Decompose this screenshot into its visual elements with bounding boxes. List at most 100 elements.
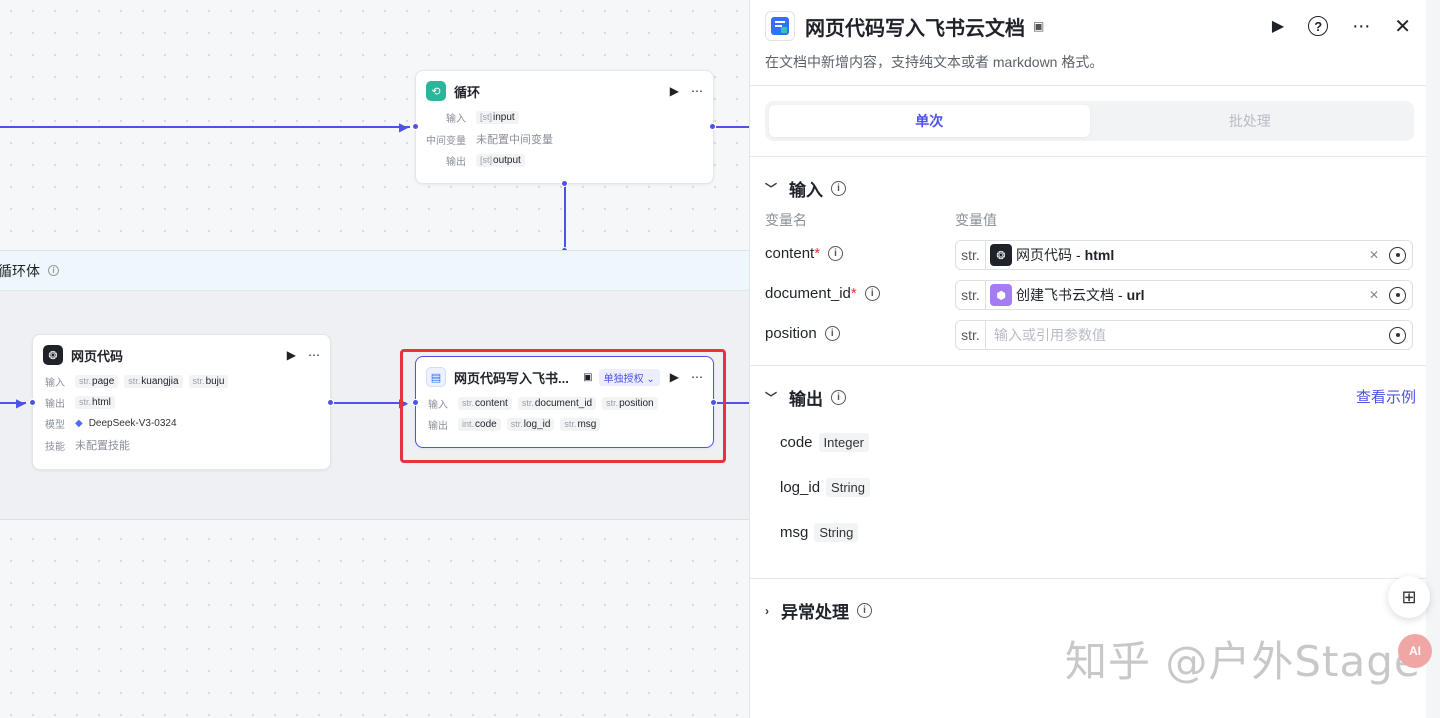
loop-icon: ⟲ — [426, 81, 446, 101]
var-chip: str.buju — [188, 375, 229, 388]
var-chip: str.msg — [560, 418, 601, 431]
mid-var-value: 未配置中间变量 — [476, 134, 553, 146]
content-value-field[interactable]: str. ❂ 网页代码 - html ✕ — [955, 240, 1413, 270]
web-code-icon: ❂ — [43, 345, 63, 365]
output-section-header[interactable]: ﹀ 输出 i — [765, 385, 847, 410]
feishu-doc-icon: ▤ — [426, 367, 446, 387]
port[interactable] — [412, 123, 419, 130]
var-chip: str.content — [458, 397, 512, 410]
help-icon[interactable]: ? — [1308, 16, 1329, 36]
avatar[interactable]: AI — [1398, 634, 1432, 668]
close-icon[interactable]: ✕ — [1394, 14, 1411, 39]
info-icon[interactable]: i — [831, 390, 847, 405]
port[interactable] — [561, 180, 568, 187]
info-icon[interactable]: i — [828, 246, 844, 261]
var-chip: str.page — [75, 375, 119, 388]
edge-out-doc — [716, 402, 750, 404]
exception-section-header[interactable]: › 异常处理 i — [765, 598, 872, 623]
auth-badge[interactable]: 单独授权 ⌄ — [598, 368, 660, 386]
param-name-position: position i — [765, 325, 840, 342]
panel-description: 在文档中新增内容，支持纯文本或者 markdown 格式。 — [765, 54, 1104, 70]
section-title: 异常处理 — [781, 603, 849, 622]
chevron-down-icon[interactable]: ﹀ — [765, 389, 777, 406]
var-chip: str.document_id — [517, 397, 597, 410]
row-label: 输入 — [428, 400, 448, 411]
port[interactable] — [327, 399, 334, 406]
panel-title: 网页代码写入飞书云文档 — [805, 17, 1025, 40]
var-chip: str.log_id — [506, 418, 555, 431]
web-code-icon: ❂ — [990, 244, 1012, 266]
edge-webcode-to-doc — [334, 402, 406, 404]
clear-icon[interactable]: ✕ — [1369, 248, 1379, 262]
play-icon[interactable]: ▶ — [287, 348, 296, 362]
param-name-document-id: document_id * i — [765, 285, 880, 302]
node-config-panel: 网页代码写入飞书云文档 ▣ ▶ ? ⋯ ✕ 在文档中新增内容，支持纯文本或者 m… — [749, 0, 1426, 718]
tab-single[interactable]: 单次 — [769, 105, 1090, 137]
info-icon[interactable]: i — [48, 265, 59, 276]
edge-loop-body — [564, 184, 566, 250]
ref-value: ❂ 网页代码 - html — [990, 244, 1369, 266]
type-chip: Integer — [818, 433, 870, 452]
play-icon[interactable]: ▶ — [1272, 16, 1284, 36]
deepseek-icon: ◆ — [75, 418, 83, 429]
clear-icon[interactable]: ✕ — [1369, 288, 1379, 302]
play-icon[interactable]: ▶ — [670, 370, 679, 384]
edge-arrow-icon: ▶ — [16, 396, 26, 410]
play-icon[interactable]: ▶ — [670, 84, 679, 98]
section-title: 输出 — [789, 390, 824, 409]
target-icon[interactable] — [1389, 286, 1406, 304]
target-icon[interactable] — [1389, 246, 1406, 264]
position-value-field[interactable]: str. 输入或引用参数值 — [955, 320, 1413, 350]
port[interactable] — [29, 399, 36, 406]
loop-node[interactable]: ⟲ 循环 ▶ ⋯ 输入 [st]input 中间变量 未配置中间变量 输出 [s… — [415, 70, 714, 184]
node-title: 网页代码写入飞书... — [454, 370, 569, 386]
output-item: msg String — [780, 523, 859, 542]
more-icon[interactable]: ⋯ — [691, 84, 703, 98]
type-label: str. — [956, 321, 986, 349]
skill-value: 未配置技能 — [75, 440, 130, 452]
type-label: str. — [956, 241, 986, 269]
chevron-right-icon[interactable]: › — [765, 604, 769, 618]
row-label: 输入 — [446, 114, 466, 125]
create-doc-icon: ⬢ — [990, 284, 1012, 306]
apps-icon[interactable]: ⊞ — [1388, 576, 1430, 618]
position-input-placeholder[interactable]: 输入或引用参数值 — [994, 325, 1389, 345]
port[interactable] — [709, 123, 716, 130]
edge-out-loop — [716, 126, 750, 128]
chevron-down-icon[interactable]: ﹀ — [765, 180, 777, 197]
var-chip: str.html — [75, 396, 115, 409]
var-chip: [st]input — [476, 111, 519, 124]
edge-arrow-icon: ▶ — [399, 120, 409, 134]
info-icon[interactable]: i — [831, 181, 847, 196]
more-icon[interactable]: ⋯ — [308, 348, 320, 362]
port[interactable] — [412, 399, 419, 406]
tab-batch[interactable]: 批处理 — [1090, 105, 1411, 137]
row-label: 中间变量 — [426, 135, 466, 147]
row-label: 技能 — [45, 441, 65, 453]
input-section-header[interactable]: ﹀ 输入 i — [765, 176, 847, 201]
edit-icon[interactable]: ▣ — [583, 372, 592, 383]
info-icon[interactable]: i — [864, 286, 880, 301]
doc-write-node[interactable]: ▤ 网页代码写入飞书... ▣ 单独授权 ⌄ ▶ ⋯ 输入 str.conten… — [415, 356, 714, 448]
ref-value: ⬢ 创建飞书云文档 - url — [990, 284, 1369, 306]
divider — [750, 365, 1426, 366]
watermark: 知乎 @户外Stage — [1065, 637, 1421, 686]
type-label: str. — [956, 281, 986, 309]
section-title: 输入 — [789, 181, 824, 200]
document-id-value-field[interactable]: str. ⬢ 创建飞书云文档 - url ✕ — [955, 280, 1413, 310]
web-code-node[interactable]: ❂ 网页代码 ▶ ⋯ 输入 str.page str.kuangjia str.… — [32, 334, 331, 470]
param-name-content: content * i — [765, 245, 844, 262]
edit-icon[interactable]: ▣ — [1033, 19, 1044, 33]
more-icon[interactable]: ⋯ — [1352, 16, 1370, 37]
model-value: DeepSeek-V3-0324 — [88, 418, 177, 429]
output-item: code Integer — [780, 433, 870, 452]
row-label: 输入 — [45, 378, 65, 389]
workflow-canvas[interactable]: ▶ ⟲ 循环 ▶ ⋯ 输入 [st]input 中间变量 未配置中间变量 输出 … — [0, 0, 750, 718]
info-icon[interactable]: i — [857, 603, 872, 618]
more-icon[interactable]: ⋯ — [691, 370, 703, 384]
target-icon[interactable] — [1389, 326, 1406, 344]
node-title: 网页代码 — [71, 348, 124, 364]
info-icon[interactable]: i — [824, 326, 840, 341]
port[interactable] — [710, 399, 717, 406]
view-example-link[interactable]: 查看示例 — [1356, 386, 1416, 407]
